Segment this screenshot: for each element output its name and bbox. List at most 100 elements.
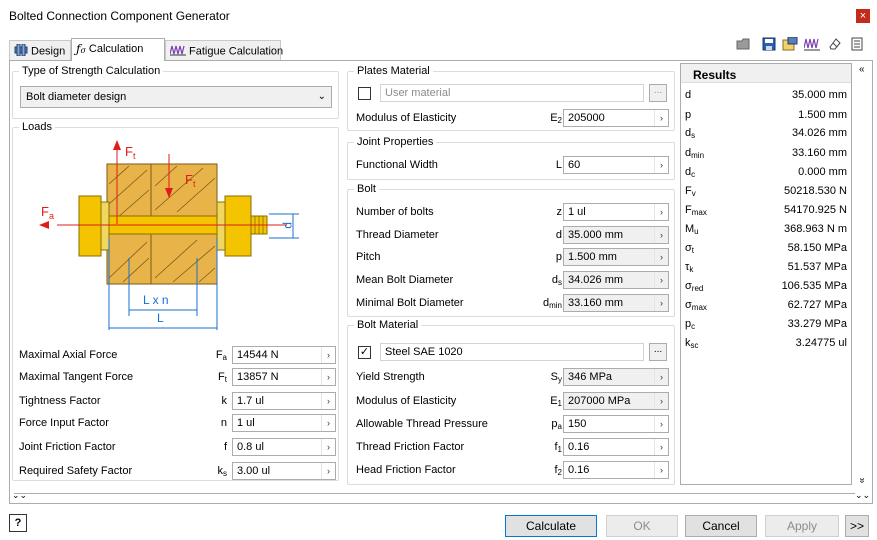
chevron-right-icon[interactable]: › (654, 439, 668, 455)
chevron-right-icon[interactable]: › (654, 157, 668, 173)
tab-design[interactable]: Design (9, 40, 71, 60)
apply-button[interactable]: Apply (765, 515, 839, 537)
bolt-1-row: Thread Diameter d 35.000 mm › (356, 226, 670, 244)
load-5-input[interactable]: 3.00 ul › (232, 462, 336, 480)
eraser-icon[interactable] (828, 37, 842, 51)
bolt-0-input[interactable]: 1 ul › (563, 203, 669, 221)
bolt-material-4-input[interactable]: 0.16 › (563, 461, 669, 479)
bolt-material-checkbox[interactable]: ✓ (358, 346, 371, 359)
nut (224, 195, 252, 257)
bolt-material-4-row: Head Friction Factor f2 0.16 › (356, 461, 670, 479)
bolt-material-3-label: Thread Friction Factor (356, 441, 465, 453)
bolt-material-field[interactable]: Steel SAE 1020 (380, 343, 644, 361)
load-2-input[interactable]: 1.7 ul › (232, 392, 336, 410)
result-value: 0.000 mm (798, 166, 847, 178)
chevron-right-icon[interactable]: › (321, 393, 335, 409)
load-1-input[interactable]: 13857 N › (232, 368, 336, 386)
more-button[interactable]: >> (845, 515, 869, 537)
bolt-2-input[interactable]: 1.500 mm › (563, 248, 669, 266)
bolt-material-1-input[interactable]: 207000 MPa › (563, 392, 669, 410)
load-0-label: Maximal Axial Force (19, 349, 118, 361)
result-value: 368.963 N m (784, 223, 847, 235)
plates-material-checkbox[interactable] (358, 87, 371, 100)
functional-width-label: Functional Width (356, 159, 438, 171)
load-2-label: Tightness Factor (19, 395, 101, 407)
chevron-right-icon[interactable]: › (654, 416, 668, 432)
fa-label: Fa (41, 204, 54, 221)
bolt-4-label: Minimal Bolt Diameter (356, 297, 464, 309)
load-1-row: Maximal Tangent Force Ft 13857 N › (19, 368, 336, 386)
chevron-right-icon[interactable]: › (321, 463, 335, 479)
chevrons-down-icon[interactable]: » (856, 478, 867, 484)
result-row: Fv 50218.530 N (685, 184, 847, 200)
close-icon[interactable]: × (856, 9, 870, 23)
load-3-input[interactable]: 1 ul › (232, 414, 336, 432)
chevron-right-icon[interactable]: › (654, 204, 668, 220)
bolt-material-2-input[interactable]: 150 › (563, 415, 669, 433)
chevron-right-icon[interactable]: › (654, 369, 668, 385)
load-4-row: Joint Friction Factor f 0.8 ul › (19, 438, 336, 456)
bolt-1-input[interactable]: 35.000 mm › (563, 226, 669, 244)
bolt-material-0-input[interactable]: 346 MPa › (563, 368, 669, 386)
result-symbol: pc (685, 318, 696, 331)
result-row: dc 0.000 mm (685, 165, 847, 181)
strength-type-value: Bolt diameter design (26, 91, 127, 103)
chevron-right-icon[interactable]: › (654, 110, 668, 126)
joint-properties-group: Joint Properties Functional Width L 60 › (347, 136, 675, 180)
tab-calculation[interactable]: ƒσ Calculation (71, 38, 165, 61)
bolt-material-3-input[interactable]: 0.16 › (563, 438, 669, 456)
strength-type-select[interactable]: Bolt diameter design ⌄ (20, 86, 332, 108)
expand-icon[interactable]: ⌄⌄ (12, 490, 27, 501)
help-button[interactable]: ? (9, 514, 27, 532)
functional-width-input[interactable]: 60 › (563, 156, 669, 174)
load-0-input[interactable]: 14544 N › (232, 346, 336, 364)
chevron-right-icon[interactable]: › (654, 295, 668, 311)
result-value: 34.026 mm (791, 127, 847, 139)
result-row: σmax 62.727 MPa (685, 298, 847, 314)
load-4-input[interactable]: 0.8 ul › (232, 438, 336, 456)
chevron-right-icon[interactable]: › (654, 462, 668, 478)
chevron-right-icon[interactable]: › (321, 415, 335, 431)
pitch-label: p (282, 222, 296, 229)
results-panel: Results d 35.000 mm p 1.500 mm ds 34.026 mm dm… (680, 63, 852, 485)
chevron-right-icon[interactable]: › (321, 347, 335, 363)
plates-modulus-input[interactable]: 205000 › (563, 109, 669, 127)
open-folder-icon[interactable] (736, 37, 750, 51)
chevron-right-icon[interactable]: › (654, 249, 668, 265)
chevron-right-icon[interactable]: › (654, 227, 668, 243)
result-row: dmin 33.160 mm (685, 146, 847, 162)
result-value: 35.000 mm (791, 89, 847, 101)
chevron-right-icon[interactable]: › (321, 439, 335, 455)
chevron-right-icon[interactable]: › (321, 369, 335, 385)
bolt-material-browse-button[interactable]: ... (649, 343, 667, 361)
tab-fatigue[interactable]: Fatigue Calculation (165, 40, 283, 60)
chevrons-up-icon[interactable]: « (859, 64, 865, 75)
calculate-button[interactable]: Calculate (505, 515, 597, 537)
ft-top-label: Ft (125, 144, 136, 161)
bolt-material-3-symbol: f1 (554, 441, 562, 454)
plates-material-browse-button[interactable]: ... (649, 84, 667, 102)
plates-modulus-row: Modulus of Elasticity E2 205000 › (356, 109, 670, 127)
loads-group: Loads Fa Ft Ft p L x n L Maximal Axial F… (12, 121, 339, 481)
bolt-4-input[interactable]: 33.160 mm › (563, 294, 669, 312)
load-2-row: Tightness Factor k 1.7 ul › (19, 392, 336, 410)
result-row: ds 34.026 mm (685, 126, 847, 142)
notes-icon[interactable] (850, 37, 864, 51)
bolt-legend: Bolt (354, 183, 379, 195)
export-icon[interactable] (782, 36, 798, 51)
save-icon[interactable] (762, 37, 776, 51)
splitter[interactable] (14, 493, 855, 494)
plates-material-group: Plates Material User material ... Modulu… (347, 65, 675, 131)
result-symbol: Fmax (685, 204, 707, 217)
cancel-button[interactable]: Cancel (685, 515, 757, 537)
fatigue-tool-icon[interactable] (803, 37, 820, 51)
plates-material-field[interactable]: User material (380, 84, 644, 102)
chevron-right-icon[interactable]: › (654, 393, 668, 409)
collapse-right-icon[interactable]: ⌄⌄ (855, 490, 870, 501)
result-row: Fmax 54170.925 N (685, 203, 847, 219)
ok-button[interactable]: OK (606, 515, 678, 537)
chevron-right-icon[interactable]: › (654, 272, 668, 288)
bolt-3-symbol: ds (551, 274, 562, 287)
head-washer (100, 201, 110, 251)
bolt-3-input[interactable]: 34.026 mm › (563, 271, 669, 289)
